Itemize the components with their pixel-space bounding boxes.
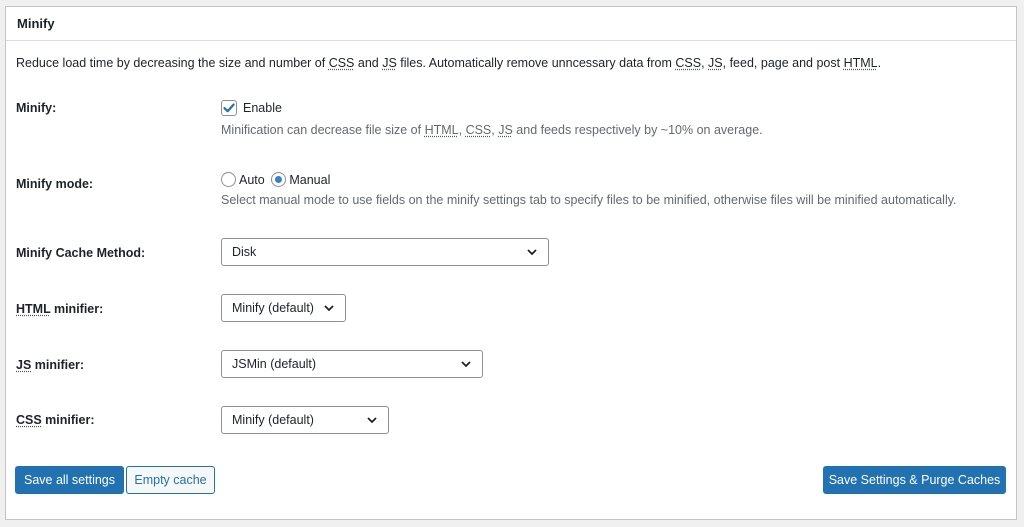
chevron-down-icon: [461, 361, 471, 368]
minify-mode-label: Minify mode:: [16, 177, 94, 191]
js-abbr: JS: [498, 123, 513, 137]
html-abbr: HTML: [16, 302, 51, 316]
html-minifier-label: HTML minifier:: [16, 302, 104, 316]
js-abbr: JS: [16, 358, 32, 372]
html-abbr: HTML: [843, 56, 878, 70]
minify-enable-label: Enable: [243, 100, 282, 115]
panel-title: Minify: [17, 16, 55, 31]
empty-cache-button[interactable]: Empty cache: [126, 466, 215, 494]
minify-enable-checkbox[interactable]: [221, 99, 237, 116]
css-abbr: CSS: [465, 123, 492, 137]
minify-enable-field: Enable: [221, 99, 282, 116]
js-minifier-select[interactable]: JSMin (default): [221, 350, 483, 378]
panel-header: Minify: [6, 7, 1016, 41]
panel-description: Reduce load time by decreasing the size …: [16, 56, 882, 70]
chevron-down-icon: [324, 305, 334, 312]
css-minifier-value: Minify (default): [232, 413, 314, 427]
checkmark-icon: [223, 103, 235, 112]
radio-manual-label: Manual: [289, 172, 331, 187]
save-purge-caches-button[interactable]: Save Settings & Purge Caches: [823, 466, 1006, 494]
radio-auto[interactable]: [221, 172, 236, 188]
html-minifier-value: Minify (default): [232, 301, 314, 315]
js-abbr: JS: [382, 56, 397, 70]
css-abbr: CSS: [16, 413, 42, 427]
js-minifier-value: JSMin (default): [232, 357, 317, 371]
css-abbr: CSS: [675, 56, 702, 70]
cache-method-value: Disk: [232, 245, 257, 259]
minify-mode-help: Select manual mode to use fields on the …: [221, 193, 957, 207]
radio-manual[interactable]: [271, 172, 287, 188]
css-minifier-label: CSS minifier:: [16, 413, 95, 427]
radio-auto-label: Auto: [239, 172, 265, 187]
minify-help: Minification can decrease file size of H…: [221, 123, 763, 137]
html-abbr: HTML: [424, 123, 459, 137]
minify-label: Minify:: [16, 101, 57, 115]
cache-method-select[interactable]: Disk: [221, 238, 549, 266]
minify-mode-field: Auto Manual: [221, 171, 333, 188]
chevron-down-icon: [527, 249, 537, 256]
css-minifier-select[interactable]: Minify (default): [221, 406, 389, 434]
html-minifier-select[interactable]: Minify (default): [221, 294, 346, 322]
js-abbr: JS: [708, 56, 723, 70]
cache-method-label: Minify Cache Method:: [16, 246, 146, 260]
minify-panel: Minify Reduce load time by decreasing th…: [5, 6, 1017, 520]
chevron-down-icon: [367, 417, 377, 424]
css-abbr: CSS: [328, 56, 355, 70]
js-minifier-label: JS minifier:: [16, 358, 85, 372]
save-all-settings-button[interactable]: Save all settings: [15, 466, 124, 494]
